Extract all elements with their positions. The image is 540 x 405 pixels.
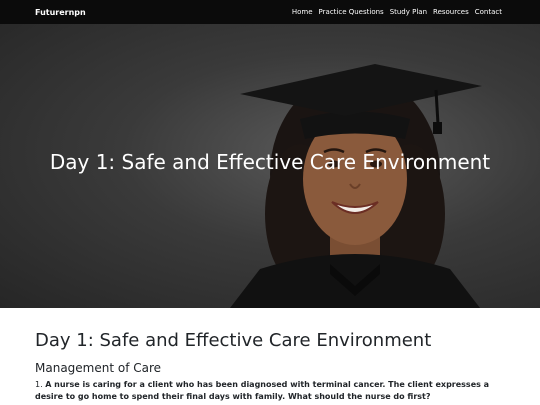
nav-link-practice-questions[interactable]: Practice Questions xyxy=(319,8,384,16)
nav-link-contact[interactable]: Contact xyxy=(475,8,502,16)
top-navbar: Futurernpn Home Practice Questions Study… xyxy=(0,0,540,24)
section-title: Management of Care xyxy=(35,361,162,375)
hero-title: Day 1: Safe and Effective Care Environme… xyxy=(49,150,491,174)
nav-links: Home Practice Questions Study Plan Resou… xyxy=(292,8,502,16)
brand-logo[interactable]: Futurernpn xyxy=(35,8,86,17)
nav-link-resources[interactable]: Resources xyxy=(433,8,469,16)
question-item: 1. A nurse is caring for a client who ha… xyxy=(35,379,505,403)
nav-link-study-plan[interactable]: Study Plan xyxy=(390,8,427,16)
question-number: 1. xyxy=(35,380,43,389)
main-content: Day 1: Safe and Effective Care Environme… xyxy=(0,308,540,403)
question-text: A nurse is caring for a client who has b… xyxy=(35,380,490,401)
page-title: Day 1: Safe and Effective Care Environme… xyxy=(35,330,432,351)
nav-link-home[interactable]: Home xyxy=(292,8,313,16)
hero-banner: Day 1: Safe and Effective Care Environme… xyxy=(0,24,540,308)
